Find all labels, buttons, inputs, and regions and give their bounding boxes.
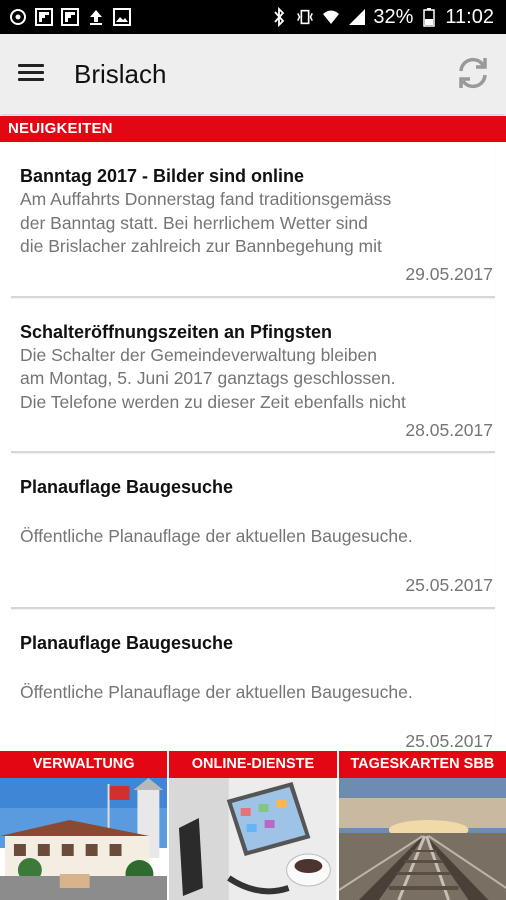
status-bar: 32% 11:02 bbox=[0, 0, 506, 34]
upload-icon bbox=[86, 7, 106, 27]
tile-online-dienste[interactable]: ONLINE-DIENSTE bbox=[169, 751, 337, 900]
tile-label: VERWALTUNG bbox=[0, 751, 168, 778]
system-icons: 32% 11:02 bbox=[269, 5, 494, 29]
news-item[interactable]: Planauflage Baugesuche Öffentliche Plana… bbox=[11, 609, 495, 751]
news-date: 25.05.2017 bbox=[405, 730, 493, 751]
news-excerpt-line: am Montag, 5. Juni 2017 ganztags geschlo… bbox=[20, 368, 396, 388]
menu-button[interactable] bbox=[18, 60, 50, 88]
news-excerpt-line: der Banntag statt. Bei herrlichem Wetter… bbox=[20, 212, 368, 233]
battery-icon bbox=[419, 7, 439, 27]
notification-icons bbox=[8, 7, 132, 27]
news-date: 28.05.2017 bbox=[405, 419, 493, 440]
news-excerpt-line: Am Auffahrts Donnerstag fand traditionsg… bbox=[20, 189, 392, 209]
news-item[interactable]: Planauflage Baugesuche Öffentliche Plana… bbox=[11, 453, 495, 609]
tile-label: ONLINE-DIENSTE bbox=[169, 751, 337, 778]
news-excerpt-line: Die Telefone werden zu dieser Zeit ebenf… bbox=[20, 391, 406, 412]
section-header-news: NEUIGKEITEN bbox=[0, 116, 506, 142]
news-title: Planauflage Baugesuche bbox=[20, 477, 234, 497]
flipboard-icon bbox=[60, 7, 80, 27]
news-date: 25.05.2017 bbox=[405, 575, 493, 595]
tablet-image bbox=[169, 778, 337, 900]
vibrate-icon bbox=[295, 7, 315, 27]
news-excerpt-line: Öffentliche Planauflage der aktuellen Ba… bbox=[20, 526, 413, 546]
news-list[interactable]: Banntag 2017 - Bilder sind online Am Auf… bbox=[0, 142, 506, 750]
clock: 11:02 bbox=[445, 6, 494, 28]
signal-icon bbox=[347, 7, 367, 27]
railway-tracks-image bbox=[338, 778, 506, 900]
page-title: Brislach bbox=[74, 59, 167, 89]
wifi-icon bbox=[321, 7, 341, 27]
settings-icon bbox=[8, 7, 28, 27]
tile-tageskarten-sbb[interactable]: TAGESKARTEN SBB bbox=[338, 751, 506, 900]
tile-verwaltung[interactable]: VERWALTUNG bbox=[0, 751, 168, 900]
refresh-icon bbox=[459, 57, 487, 89]
menu-icon bbox=[18, 64, 44, 67]
image-icon bbox=[112, 7, 132, 27]
bluetooth-icon bbox=[269, 7, 289, 27]
news-date: 29.05.2017 bbox=[405, 264, 493, 284]
town-hall-image bbox=[0, 778, 168, 900]
refresh-button[interactable] bbox=[454, 54, 492, 92]
news-excerpt-line: Die Schalter der Gemeindeverwaltung blei… bbox=[20, 344, 378, 365]
news-excerpt-line: Öffentliche Planauflage der aktuellen Ba… bbox=[20, 681, 413, 702]
app-bar: Brislach bbox=[0, 34, 506, 114]
news-item[interactable]: Schalteröffnungszeiten an Pfingsten Die … bbox=[11, 298, 495, 453]
bottom-tiles: VERWALTUNG ONLINE-DIENSTE TAGESKARTEN SB… bbox=[0, 751, 506, 900]
news-item[interactable]: Banntag 2017 - Bilder sind online Am Auf… bbox=[11, 142, 495, 298]
news-title: Banntag 2017 - Bilder sind online bbox=[20, 166, 305, 186]
battery-percent: 32% bbox=[373, 6, 414, 28]
news-title: Planauflage Baugesuche bbox=[20, 632, 234, 653]
news-title: Schalteröffnungszeiten an Pfingsten bbox=[20, 321, 333, 342]
flipboard-icon bbox=[34, 7, 54, 27]
news-excerpt-line: die Brislacher zahlreich zur Bannbegehun… bbox=[20, 236, 382, 256]
tile-label: TAGESKARTEN SBB bbox=[338, 751, 506, 778]
